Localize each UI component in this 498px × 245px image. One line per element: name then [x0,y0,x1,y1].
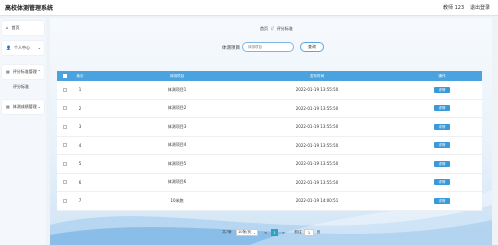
row-index: 3 [78,124,82,130]
chevron-down-icon: ⌄ [37,104,41,109]
row-index: 4 [78,142,82,148]
row-date: 2022-01-19 13:55:50 [295,179,339,185]
detail-button[interactable]: 详情 [434,123,450,130]
column-header: 体测项目 [169,73,185,78]
current-user: 教师 123 [443,5,465,11]
home-icon: ⌂ [6,25,9,30]
grid-icon: ▦ [6,69,10,74]
row-checkbox[interactable] [63,161,67,166]
page-unit-label: 页 [316,230,321,234]
sidebar-item-label: 评分标准管理 [12,69,37,74]
detail-button[interactable]: 详情 [434,105,450,112]
search-input[interactable] [242,42,294,52]
row-name: 体测项目5 [167,160,187,166]
row-name: 体测项目2 [167,105,187,111]
page-size-value: 10条/页 [238,230,251,234]
sidebar-item-label: 体测成绩管理 [12,104,37,109]
breadcrumb-current: 评分标准 [276,26,293,31]
search-label: 体测项目 [222,46,240,51]
chevron-up-icon: ⌃ [37,69,41,74]
table-row: 4 体测项目4 2022-01-19 13:55:50 详情 [57,136,482,155]
logout-link[interactable]: 退出登录 [470,4,490,11]
row-checkbox[interactable] [63,198,67,203]
sidebar-item-label: 个人中心 [13,45,30,50]
select-all-checkbox[interactable] [63,74,67,78]
main-content: 首页//评分标准 体测项目 查询 ↖ 索引 体测项目 发布时间 操作 1 体测项… [50,18,492,245]
row-checkbox[interactable] [63,180,67,185]
row-name: 体测项目3 [167,123,187,129]
row-date: 2022-01-19 13:55:50 [295,124,339,130]
sidebar-subitem-standard[interactable]: 评分标准 [6,82,44,92]
detail-button[interactable]: 详情 [434,86,450,93]
row-date: 2022-01-19 13:55:50 [295,87,339,93]
detail-button[interactable]: 详情 [434,160,450,167]
sidebar-item-label: 评分标准 [13,84,29,89]
row-index: 6 [78,179,82,185]
app-title: 高校体测管理系统 [5,5,54,12]
pager-total: 共7条 [222,230,232,234]
goto-label: 前往 [294,230,302,234]
detail-button[interactable]: 详情 [434,142,450,149]
sidebar-item-profile[interactable]: 👤 个人中心 ⌄ [2,41,44,55]
detail-button[interactable]: 详情 [434,197,450,204]
top-bar: 高校体测管理系统 教师 123 退出登录 [0,0,498,16]
row-index: 2 [78,105,82,111]
row-checkbox[interactable] [63,124,67,129]
table-row: 3 体测项目3 2022-01-19 13:55:50 详情 [57,118,482,137]
chevron-down-icon: ⌄ [37,45,41,50]
column-header: 操作 [438,73,446,78]
table-row: 2 体测项目2 2022-01-19 13:55:50 详情 [57,99,482,118]
grid-icon: ▦ [6,104,10,109]
sidebar: ⌂ 首页 👤 个人中心 ⌄ ▦ 评分标准管理 ⌃ 评分标准 ▦ 体测成绩管理 ⌄ [0,18,46,245]
row-date: 2022-01-19 13:55:50 [295,161,339,167]
column-header: 发布时间 [309,73,325,78]
goto-input[interactable]: 1 [304,229,314,236]
table-row: 5 体测项目5 2022-01-19 13:55:50 详情 [57,155,482,174]
table-row: 6 体测项目6 2022-01-19 13:55:50 详情 [57,173,482,192]
table-header: 索引 体测项目 发布时间 操作 [57,71,482,81]
column-header: 索引 [76,73,84,78]
row-date: 2022-01-19 13:55:50 [295,105,339,111]
chevron-down-icon: ⌄ [252,230,256,235]
breadcrumb-separator: // [271,26,274,31]
prev-page-button[interactable]: < [262,229,269,236]
row-name: 体测项目1 [167,86,187,92]
row-index: 1 [78,87,82,93]
row-checkbox[interactable] [63,143,67,148]
table-row: 1 体测项目1 2022-01-19 13:55:50 详情 [57,81,482,100]
row-date: 2022-01-19 13:55:50 [295,142,339,148]
sidebar-item-standard-mgmt[interactable]: ▦ 评分标准管理 ⌃ [2,65,44,79]
sidebar-item-label: 首页 [11,25,20,30]
table-row: 7 10米跑 2022-01-19 14:00:51 详情 [57,192,482,211]
detail-button[interactable]: 详情 [434,179,450,186]
page-size-select[interactable]: 10条/页 ⌄ [236,229,258,236]
row-name: 体测项目6 [167,179,187,185]
page-number-button[interactable]: 1 [271,229,278,236]
row-index: 5 [78,161,82,167]
next-page-button[interactable]: > [280,229,287,236]
row-checkbox[interactable] [63,106,67,111]
data-table: 索引 体测项目 发布时间 操作 1 体测项目1 2022-01-19 13:55… [57,71,482,211]
user-icon: 👤 [6,45,11,50]
row-date: 2022-01-19 14:00:51 [295,198,339,204]
breadcrumb-home[interactable]: 首页 [260,26,268,31]
sidebar-item-home[interactable]: ⌂ 首页 [2,21,44,35]
search-button[interactable]: 查询 [300,42,324,52]
breadcrumb: 首页//评分标准 [260,26,293,32]
row-index: 7 [78,198,82,204]
sidebar-item-score-mgmt[interactable]: ▦ 体测成绩管理 ⌄ [2,100,44,114]
row-checkbox[interactable] [63,87,67,92]
row-name: 10米跑 [170,197,184,203]
row-name: 体测项目4 [167,142,187,148]
